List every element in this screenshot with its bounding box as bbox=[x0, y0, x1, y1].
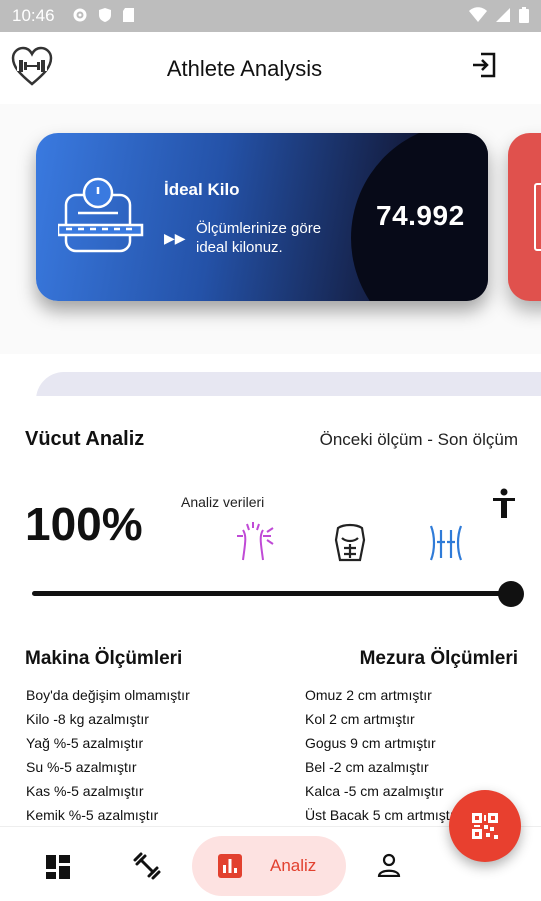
section-title-body-analysis: Vücut Analiz bbox=[25, 428, 145, 450]
measure-lines-icon[interactable] bbox=[425, 522, 467, 564]
list-item: Kalca -5 cm azalmıştır bbox=[305, 783, 444, 799]
scale-icon bbox=[58, 177, 144, 253]
list-item: Omuz 2 cm artmıştır bbox=[305, 687, 432, 703]
next-card[interactable] bbox=[508, 133, 541, 301]
list-item: Su %-5 azalmıştır bbox=[26, 759, 137, 775]
app-bar: Athlete Analysis bbox=[0, 32, 541, 104]
list-item: Kas %-5 azalmıştır bbox=[26, 783, 144, 799]
analysis-data-label: Analiz verileri bbox=[181, 494, 265, 510]
slim-body-icon[interactable] bbox=[233, 522, 277, 564]
ideal-weight-card[interactable]: İdeal Kilo ▶▶ Ölçümlerinize göre ideal k… bbox=[36, 133, 488, 301]
torso-icon[interactable] bbox=[330, 522, 370, 564]
ideal-weight-value: 74.992 bbox=[376, 200, 465, 231]
sd-card-status-icon bbox=[123, 8, 134, 22]
analysis-slider-track[interactable] bbox=[32, 591, 512, 596]
qr-code-fab[interactable] bbox=[449, 790, 521, 862]
next-card-icon bbox=[534, 183, 541, 251]
analysis-percent: 100% bbox=[25, 498, 143, 550]
qr-code-icon bbox=[472, 813, 498, 839]
page-title: Athlete Analysis bbox=[166, 56, 323, 81]
status-right-icons bbox=[469, 7, 529, 23]
list-item: Kol 2 cm artmıştır bbox=[305, 711, 415, 727]
status-bar: 10:46 bbox=[0, 0, 541, 32]
analysis-slider-thumb[interactable] bbox=[498, 581, 524, 607]
play-icon: ▶▶ bbox=[164, 230, 186, 246]
card-description: Ölçümlerinize göre ideal kilonuz. bbox=[196, 220, 322, 256]
wifi-status-icon bbox=[469, 7, 487, 22]
list-item: Kilo -8 kg azalmıştır bbox=[26, 711, 149, 727]
machine-measurements-list: Boy'da değişim olmamıştır Kilo -8 kg aza… bbox=[26, 686, 190, 830]
dashboard-icon[interactable] bbox=[46, 855, 70, 879]
dumbbell-icon[interactable] bbox=[132, 851, 162, 881]
nav-item-analiz[interactable]: Analiz bbox=[192, 836, 346, 896]
shield-status-icon bbox=[99, 8, 111, 22]
nav-item-analiz-label: Analiz bbox=[270, 856, 317, 875]
person-icon[interactable] bbox=[491, 488, 517, 520]
measurement-compare-label[interactable]: Önceki ölçüm - Son ölçüm bbox=[320, 430, 518, 450]
list-item: Gogus 9 cm artmıştır bbox=[305, 735, 436, 751]
list-item: Bel -2 cm azalmıştır bbox=[305, 759, 429, 775]
machine-measurements-title: Makina Ölçümleri bbox=[25, 648, 183, 669]
list-item: Yağ %-5 azalmıştır bbox=[26, 735, 144, 751]
bar-chart-icon bbox=[218, 854, 242, 878]
battery-status-icon bbox=[519, 7, 529, 23]
tape-measurements-title: Mezura Ölçümleri bbox=[359, 648, 518, 669]
signal-status-icon bbox=[496, 8, 510, 22]
status-time: 10:46 bbox=[12, 6, 55, 25]
tape-measurements-list: Omuz 2 cm artmıştır Kol 2 cm artmıştır G… bbox=[305, 686, 458, 830]
status-left-icons bbox=[72, 7, 135, 23]
list-item: Boy'da değişim olmamıştır bbox=[26, 687, 190, 703]
user-icon[interactable] bbox=[377, 853, 401, 877]
settings-status-icon bbox=[73, 8, 87, 22]
card-title: İdeal Kilo bbox=[164, 180, 240, 199]
logout-icon[interactable] bbox=[471, 52, 497, 78]
